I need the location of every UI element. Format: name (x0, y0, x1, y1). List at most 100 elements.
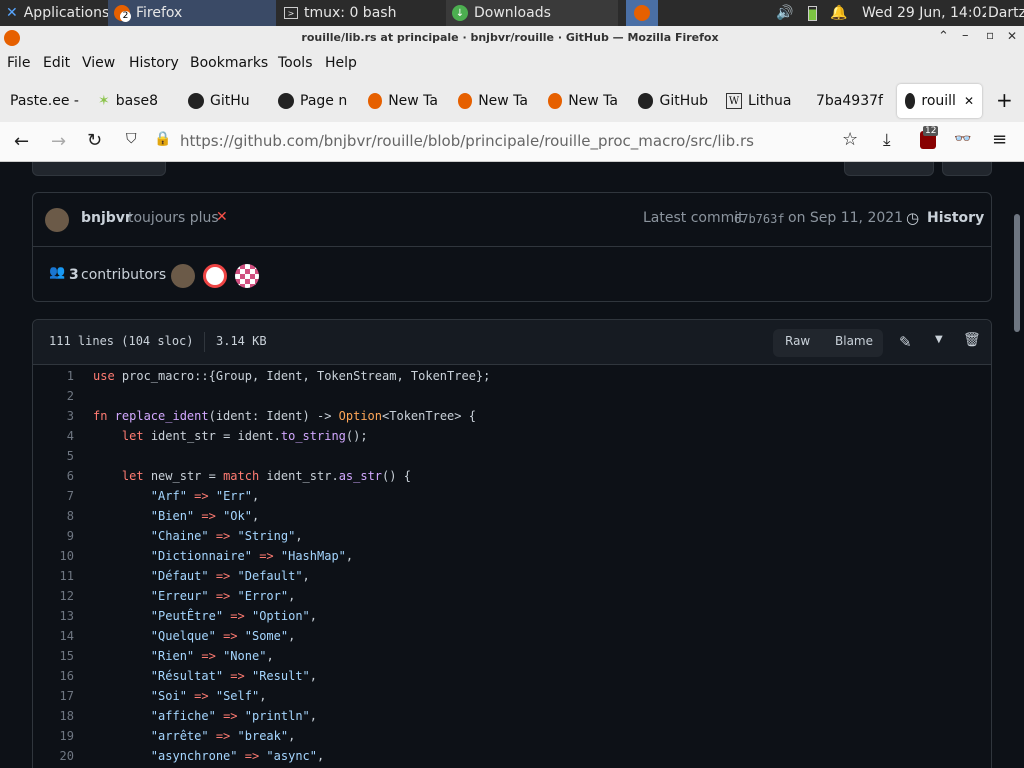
tab-new-3[interactable]: New Ta (540, 84, 626, 118)
task-firefox[interactable]: 2 Firefox (108, 0, 276, 26)
collapse-window-icon[interactable]: ⌃ (938, 29, 949, 44)
tab-page[interactable]: Page n (270, 84, 356, 118)
lock-icon[interactable]: 🔒 (154, 131, 171, 147)
line-number[interactable]: 18 (34, 706, 74, 726)
line-number[interactable]: 1 (34, 366, 74, 386)
line-number[interactable]: 20 (34, 746, 74, 766)
people-icon: 👥 (49, 265, 66, 280)
line-number[interactable]: 2 (34, 386, 74, 406)
contributor-avatar[interactable] (235, 264, 259, 288)
code-text: "Rien" => "None", (150, 649, 274, 663)
bookmark-star-icon[interactable]: ☆ (842, 129, 858, 150)
menu-tools[interactable]: Tools (278, 55, 313, 71)
line-number[interactable]: 19 (34, 726, 74, 746)
menu-file[interactable]: File (7, 55, 30, 71)
task-downloads[interactable]: ↓ Downloads (446, 0, 618, 26)
firefox-icon (458, 93, 473, 109)
avatar[interactable] (45, 208, 69, 232)
line-number[interactable]: 15 (34, 646, 74, 666)
line-number[interactable]: 7 (34, 486, 74, 506)
commit-message[interactable]: toujours plus (128, 210, 219, 226)
line-number[interactable]: 17 (34, 686, 74, 706)
branch-select[interactable] (32, 162, 166, 176)
minimize-window-icon[interactable]: – (962, 28, 969, 43)
contributor-avatar[interactable] (171, 264, 195, 288)
window-title: rouille/lib.rs at principale · bnjbvr/ro… (301, 31, 719, 44)
tab-label: base8 (115, 93, 159, 109)
menu-view[interactable]: View (82, 55, 115, 71)
line-number[interactable]: 14 (34, 626, 74, 646)
delete-trash-icon[interactable]: 🗑 (963, 332, 981, 348)
tab-hash[interactable]: 7ba4937f (808, 84, 894, 118)
line-number[interactable]: 16 (34, 666, 74, 686)
code-line: 18 "affiche" => "println", (0, 706, 992, 726)
terminal-icon: > (284, 7, 298, 19)
reload-icon[interactable]: ↻ (87, 130, 102, 151)
tab-wikipedia[interactable]: W Lithua (718, 84, 806, 118)
extension-mask-icon[interactable]: 👓 (954, 131, 971, 147)
commit-author[interactable]: bnjbvr (81, 210, 132, 226)
commit-hash[interactable]: 67b763f (734, 212, 785, 226)
close-window-icon[interactable]: ✕ (1007, 29, 1017, 43)
battery-icon[interactable] (800, 0, 824, 26)
line-number[interactable]: 9 (34, 526, 74, 546)
contributor-avatar[interactable] (203, 264, 227, 288)
line-number[interactable]: 13 (34, 606, 74, 626)
task-firefox-mini[interactable] (626, 0, 658, 26)
menu-bookmarks[interactable]: Bookmarks (190, 55, 268, 71)
task-tmux[interactable]: > tmux: 0 bash (278, 0, 446, 26)
applications-menu[interactable]: ✕ Applications (0, 0, 108, 26)
back-arrow-icon[interactable]: ← (14, 131, 29, 152)
user-menu[interactable]: Dartz (982, 0, 1024, 26)
code-text: let ident_str = ident.to_string(); (121, 429, 368, 443)
history-link[interactable]: History (927, 210, 984, 226)
tab-github-2[interactable]: GitHub (630, 84, 716, 118)
tab-new-2[interactable]: New Ta (450, 84, 536, 118)
line-number[interactable]: 6 (34, 466, 74, 486)
failed-check-icon[interactable]: ✕ (216, 209, 228, 225)
line-number[interactable]: 11 (34, 566, 74, 586)
menu-history[interactable]: History (129, 55, 179, 71)
line-number[interactable]: 3 (34, 406, 74, 426)
volume-icon[interactable]: 🔊 (772, 0, 798, 26)
code-text: "Défaut" => "Default", (150, 569, 310, 583)
line-number[interactable]: 5 (34, 446, 74, 466)
line-number[interactable]: 10 (34, 546, 74, 566)
go-to-file-button[interactable] (844, 162, 934, 176)
download-icon[interactable]: ⤓ (883, 130, 891, 150)
menu-help[interactable]: Help (325, 55, 357, 71)
applications-label: Applications (23, 5, 108, 21)
line-number[interactable]: 4 (34, 426, 74, 446)
page-scrollbar[interactable] (1014, 214, 1020, 332)
contributors-label[interactable]: contributors (81, 267, 166, 283)
blame-button[interactable]: Blame (835, 334, 873, 348)
commit-date: on Sep 11, 2021 (788, 210, 904, 226)
raw-button[interactable]: Raw (785, 334, 810, 348)
new-tab-icon[interactable]: + (996, 88, 1013, 112)
tab-rouille-active[interactable]: rouill ✕ (897, 84, 982, 118)
tab-paste-ee[interactable]: Paste.ee - (2, 84, 88, 118)
dropdown-caret-icon[interactable]: ▼ (935, 334, 943, 345)
hamburger-menu-icon[interactable]: ≡ (992, 129, 1007, 150)
line-number[interactable]: 8 (34, 506, 74, 526)
code-text: use proc_macro::{Group, Ident, TokenStre… (93, 369, 491, 383)
contributors-count[interactable]: 3 (69, 267, 79, 283)
line-number[interactable]: 12 (34, 586, 74, 606)
system-taskbar: ✕ Applications 2 Firefox > tmux: 0 bash … (0, 0, 1024, 26)
code-text: "PeutÊtre" => "Option", (150, 609, 317, 623)
raw-blame-group: Raw Blame (773, 329, 883, 357)
clock-history-icon[interactable]: ◷ (906, 209, 919, 227)
close-tab-icon[interactable]: ✕ (964, 94, 974, 108)
more-options-button[interactable] (942, 162, 992, 176)
forward-arrow-icon[interactable]: → (51, 131, 66, 152)
notification-bell-icon[interactable]: 🔔 (826, 0, 852, 26)
edit-pencil-icon[interactable]: ✎ (899, 333, 912, 351)
tab-github-1[interactable]: GitHu (180, 84, 266, 118)
clock[interactable]: Wed 29 Jun, 14:02 (856, 0, 986, 26)
menu-edit[interactable]: Edit (43, 55, 70, 71)
shield-icon[interactable]: ⛉ (126, 131, 137, 147)
url-bar[interactable]: https://github.com/bnjbvr/rouille/blob/p… (180, 132, 820, 150)
tab-new-1[interactable]: New Ta (360, 84, 446, 118)
tab-base86[interactable]: ✶ base8 (90, 84, 176, 118)
maximize-window-icon[interactable]: ▫ (986, 28, 994, 42)
